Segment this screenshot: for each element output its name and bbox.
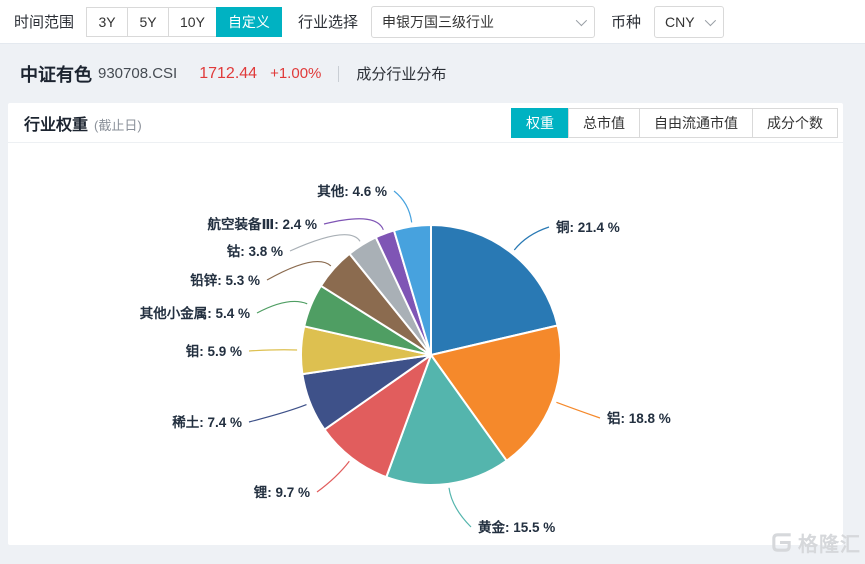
pie-chart: 铜: 21.4 % 铝: 18.8 % 黄金: 15.5 % 锂: 9.7 % 稀土: …	[8, 143, 843, 544]
time-range-buttons: 3Y5Y10Y自定义	[86, 7, 282, 37]
vertical-divider	[338, 66, 339, 82]
pie-label-line-8	[290, 235, 360, 251]
currency-select[interactable]: CNY	[654, 6, 724, 38]
pie-label-line-5	[249, 350, 297, 351]
panel-title: 行业权重	[24, 111, 88, 135]
panel-header: 行业权重 (截止日) 权重总市值自由流通市值成分个数	[8, 103, 843, 143]
toolbar: 时间范围 3Y5Y10Y自定义 行业选择 申银万国三级行业 币种 CNY	[0, 0, 865, 44]
metric-tab-2[interactable]: 自由流通市值	[639, 108, 753, 138]
pie-label-line-9	[324, 219, 383, 230]
pie-label-10: 其他: 4.6 %	[317, 183, 387, 199]
pie-label-2: 黄金: 15.5 %	[478, 519, 555, 535]
industry-select-label: 行业选择	[298, 11, 358, 32]
panel-title-suffix: (截止日)	[94, 115, 142, 134]
page: 时间范围 3Y5Y10Y自定义 行业选择 申银万国三级行业 币种 CNY 中证有…	[0, 0, 865, 564]
pie-label-7: 铅锌: 5.3 %	[190, 272, 260, 288]
pie-label-8: 钴: 3.8 %	[227, 243, 283, 259]
pie-label-line-0	[514, 227, 549, 250]
gelonghui-g-logo-icon	[770, 531, 793, 554]
index-change: +1.00%	[270, 65, 321, 82]
gelonghui-watermark: 格隆汇	[770, 528, 861, 557]
metric-tab-0[interactable]: 权重	[511, 108, 569, 138]
index-name: 中证有色	[20, 61, 92, 87]
currency-label: 币种	[611, 11, 641, 32]
pie-chart-area: 铜: 21.4 % 铝: 18.8 % 黄金: 15.5 % 锂: 9.7 % 稀土: …	[8, 143, 843, 544]
industry-select[interactable]: 申银万国三级行业	[371, 6, 595, 38]
time-range-button-2[interactable]: 10Y	[168, 7, 217, 37]
pie-label-6: 其他小金属: 5.4 %	[140, 305, 250, 321]
time-range-button-0[interactable]: 3Y	[86, 7, 128, 37]
industry-weight-panel: 行业权重 (截止日) 权重总市值自由流通市值成分个数 铜: 21.4 % 铝: 1…	[8, 103, 843, 545]
pie-label-line-7	[267, 262, 331, 280]
chevron-down-icon	[705, 14, 716, 25]
pie-label-line-6	[257, 301, 307, 313]
time-range-button-3[interactable]: 自定义	[216, 7, 282, 37]
index-price: 1712.44	[199, 65, 257, 83]
chevron-down-icon	[576, 14, 587, 25]
pie-label-line-4	[249, 405, 307, 422]
metric-tab-1[interactable]: 总市值	[568, 108, 640, 138]
pie-label-line-2	[449, 488, 471, 527]
index-info-bar: 中证有色 930708.CSI 1712.44 +1.00% 成分行业分布	[0, 44, 865, 103]
time-range-button-1[interactable]: 5Y	[127, 7, 169, 37]
time-range-label: 时间范围	[14, 11, 74, 32]
pie-label-3: 锂: 9.7 %	[254, 484, 310, 500]
metric-tabs: 权重总市值自由流通市值成分个数	[512, 108, 838, 138]
section-title: 成分行业分布	[356, 63, 446, 84]
pie-label-9: 航空装备Ⅲ: 2.4 %	[207, 216, 317, 232]
pie-label-0: 铜: 21.4 %	[556, 219, 620, 235]
industry-select-value: 申银万国三级行业	[382, 12, 494, 32]
pie-label-5: 钼: 5.9 %	[186, 343, 242, 359]
pie-label-line-10	[394, 191, 412, 222]
pie-label-line-3	[317, 461, 349, 492]
pie-label-line-1	[556, 402, 600, 418]
gelonghui-watermark-text: 格隆汇	[798, 528, 861, 557]
currency-select-value: CNY	[665, 14, 695, 30]
index-code: 930708.CSI	[98, 65, 177, 82]
metric-tab-3[interactable]: 成分个数	[752, 108, 838, 138]
pie-label-4: 稀土: 7.4 %	[172, 414, 242, 430]
pie-label-1: 铝: 18.8 %	[607, 410, 671, 426]
